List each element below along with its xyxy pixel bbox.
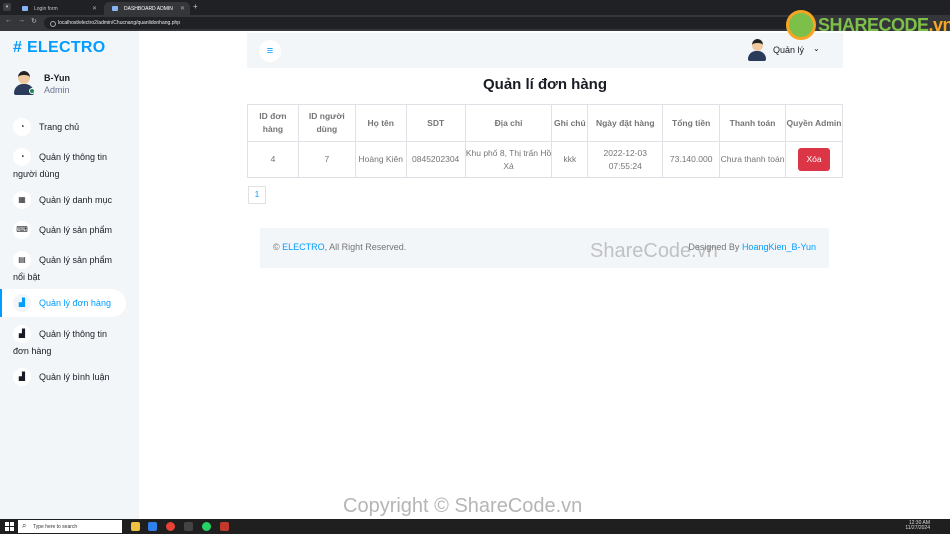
table-row: 4 7 Hoàng Kiên 0845202304 Khu phố 8, Thị…: [247, 141, 843, 178]
cell-admin-action: Xóa: [785, 141, 843, 178]
sidebar-item-users[interactable]: ◔ Quản lý thông tin người dùng: [0, 148, 126, 183]
column-header: Địa chỉ: [464, 104, 553, 142]
column-header: Họ tên: [354, 104, 407, 142]
tab-search-icon[interactable]: ▾: [3, 3, 11, 11]
forward-icon[interactable]: →: [18, 17, 25, 24]
orders-table: ID đơn hàng ID người dùng Họ tên SDT Địa…: [247, 104, 843, 178]
url-input[interactable]: localhost/electro2/admin/Chucnang/quanli…: [44, 17, 814, 29]
table-icon: ▤: [13, 251, 31, 269]
taskbar: Type here to search 12:30 AM 11/27/2024: [0, 519, 950, 534]
chrome-icon[interactable]: [166, 522, 175, 531]
footer-brand-link[interactable]: ELECTRO: [282, 242, 325, 252]
delete-button[interactable]: Xóa: [798, 148, 830, 171]
user-dropdown[interactable]: Quản lý ⌄: [747, 39, 831, 61]
column-header: Tổng tiền: [662, 104, 721, 142]
chart-icon: ▟: [13, 368, 31, 386]
file-explorer-icon[interactable]: [131, 522, 140, 531]
footer-designer-link[interactable]: HoangKien_B-Yun: [742, 242, 816, 252]
cell-order-id: 4: [247, 141, 299, 178]
cell-name: Hoàng Kiên: [354, 141, 407, 178]
sidebar-item-order-info[interactable]: ▟ Quản lý thông tin đơn hàng: [0, 325, 126, 360]
windows-start-icon[interactable]: [5, 522, 14, 531]
sidebar-item-orders[interactable]: ▟ Quản lý đơn hàng: [0, 289, 126, 317]
app-icon[interactable]: [220, 522, 229, 531]
vscode-icon[interactable]: [148, 522, 157, 531]
cell-phone: 0845202304: [405, 141, 466, 178]
watermark-copyright: Copyright © ShareCode.vn: [343, 495, 583, 517]
sharecode-logo: SHARECODE.vn: [786, 10, 950, 40]
pagination-page-1[interactable]: 1: [248, 186, 266, 204]
column-header: Quyền Admin: [785, 104, 843, 142]
avatar: [13, 71, 35, 95]
footer-copyright: © ELECTRO, All Right Reserved.: [273, 242, 407, 252]
chat-app-icon[interactable]: [202, 522, 211, 531]
sidebar-item-comments[interactable]: ▟ Quản lý bình luận: [0, 368, 126, 386]
gauge-icon: ◔: [13, 118, 31, 136]
taskbar-search-input[interactable]: Type here to search: [18, 520, 122, 533]
cell-address: Khu phố 8, Thị trấn Hồ Xá: [464, 141, 553, 178]
menu-toggle-icon[interactable]: ≡: [259, 40, 281, 62]
sidebar-item-dashboard[interactable]: ◔ Trang chủ: [0, 118, 126, 136]
terminal-icon[interactable]: [184, 522, 193, 531]
cell-order-date: 2022-12-03 07:55:24: [587, 141, 664, 178]
user-dropdown-label: Quản lý: [773, 45, 805, 55]
browser-tab[interactable]: Login form ✕: [14, 2, 102, 15]
cell-note: kkk: [551, 141, 589, 178]
avatar: [747, 39, 767, 61]
reload-icon[interactable]: ↻: [31, 17, 37, 25]
chart-icon: ▟: [13, 294, 31, 312]
close-icon[interactable]: ✕: [180, 5, 185, 12]
sidebar-item-featured-products[interactable]: ▤ Quản lý sản phẩm nổi bật: [0, 251, 126, 286]
watermark-text: ShareCode.vn: [590, 240, 718, 262]
sidebar-item-categories[interactable]: ▦ Quản lý danh mục: [0, 191, 126, 209]
close-icon[interactable]: ✕: [92, 5, 97, 12]
chart-icon: ▟: [13, 325, 31, 343]
favicon-icon: [112, 6, 118, 11]
user-name: B-Yun: [44, 73, 70, 83]
cell-payment-status: Chưa thanh toán: [719, 141, 786, 178]
table-header-row: ID đơn hàng ID người dùng Họ tên SDT Địa…: [247, 104, 843, 142]
column-header: Ghi chú: [551, 104, 589, 142]
chevron-down-icon: ⌄: [813, 44, 820, 53]
page-title: Quản lí đơn hàng: [483, 76, 607, 93]
online-status-icon: [29, 88, 35, 94]
gauge-icon: ◔: [13, 148, 31, 166]
back-icon[interactable]: ←: [5, 17, 12, 24]
footer: © ELECTRO, All Right Reserved. Designed …: [260, 228, 829, 268]
column-header: ID người dùng: [297, 104, 356, 142]
column-header: Thanh toán: [719, 104, 786, 142]
keyboard-icon: ⌨: [13, 221, 31, 239]
brand-logo[interactable]: # ELECTRO: [13, 39, 106, 57]
new-tab-icon[interactable]: +: [193, 2, 198, 11]
top-navbar: ≡ Quản lý ⌄: [247, 33, 843, 68]
column-header: SDT: [405, 104, 466, 142]
column-header: ID đơn hàng: [247, 104, 299, 142]
grid-icon: ▦: [13, 191, 31, 209]
column-header: Ngày đặt hàng: [587, 104, 664, 142]
sharecode-emblem-icon: [786, 10, 816, 40]
cell-total: 73.140.000: [662, 141, 721, 178]
cell-user-id: 7: [297, 141, 356, 178]
sidebar-item-products[interactable]: ⌨ Quản lý sản phẩm: [0, 221, 126, 239]
sidebar: # ELECTRO B-Yun Admin ◔ Trang chủ ◔ Quản…: [0, 31, 139, 519]
favicon-icon: [22, 6, 28, 11]
user-role: Admin: [44, 85, 70, 95]
system-clock[interactable]: 12:30 AM 11/27/2024: [905, 521, 930, 531]
browser-tab-active[interactable]: DASHBOARD ADMIN ✕: [104, 2, 190, 15]
